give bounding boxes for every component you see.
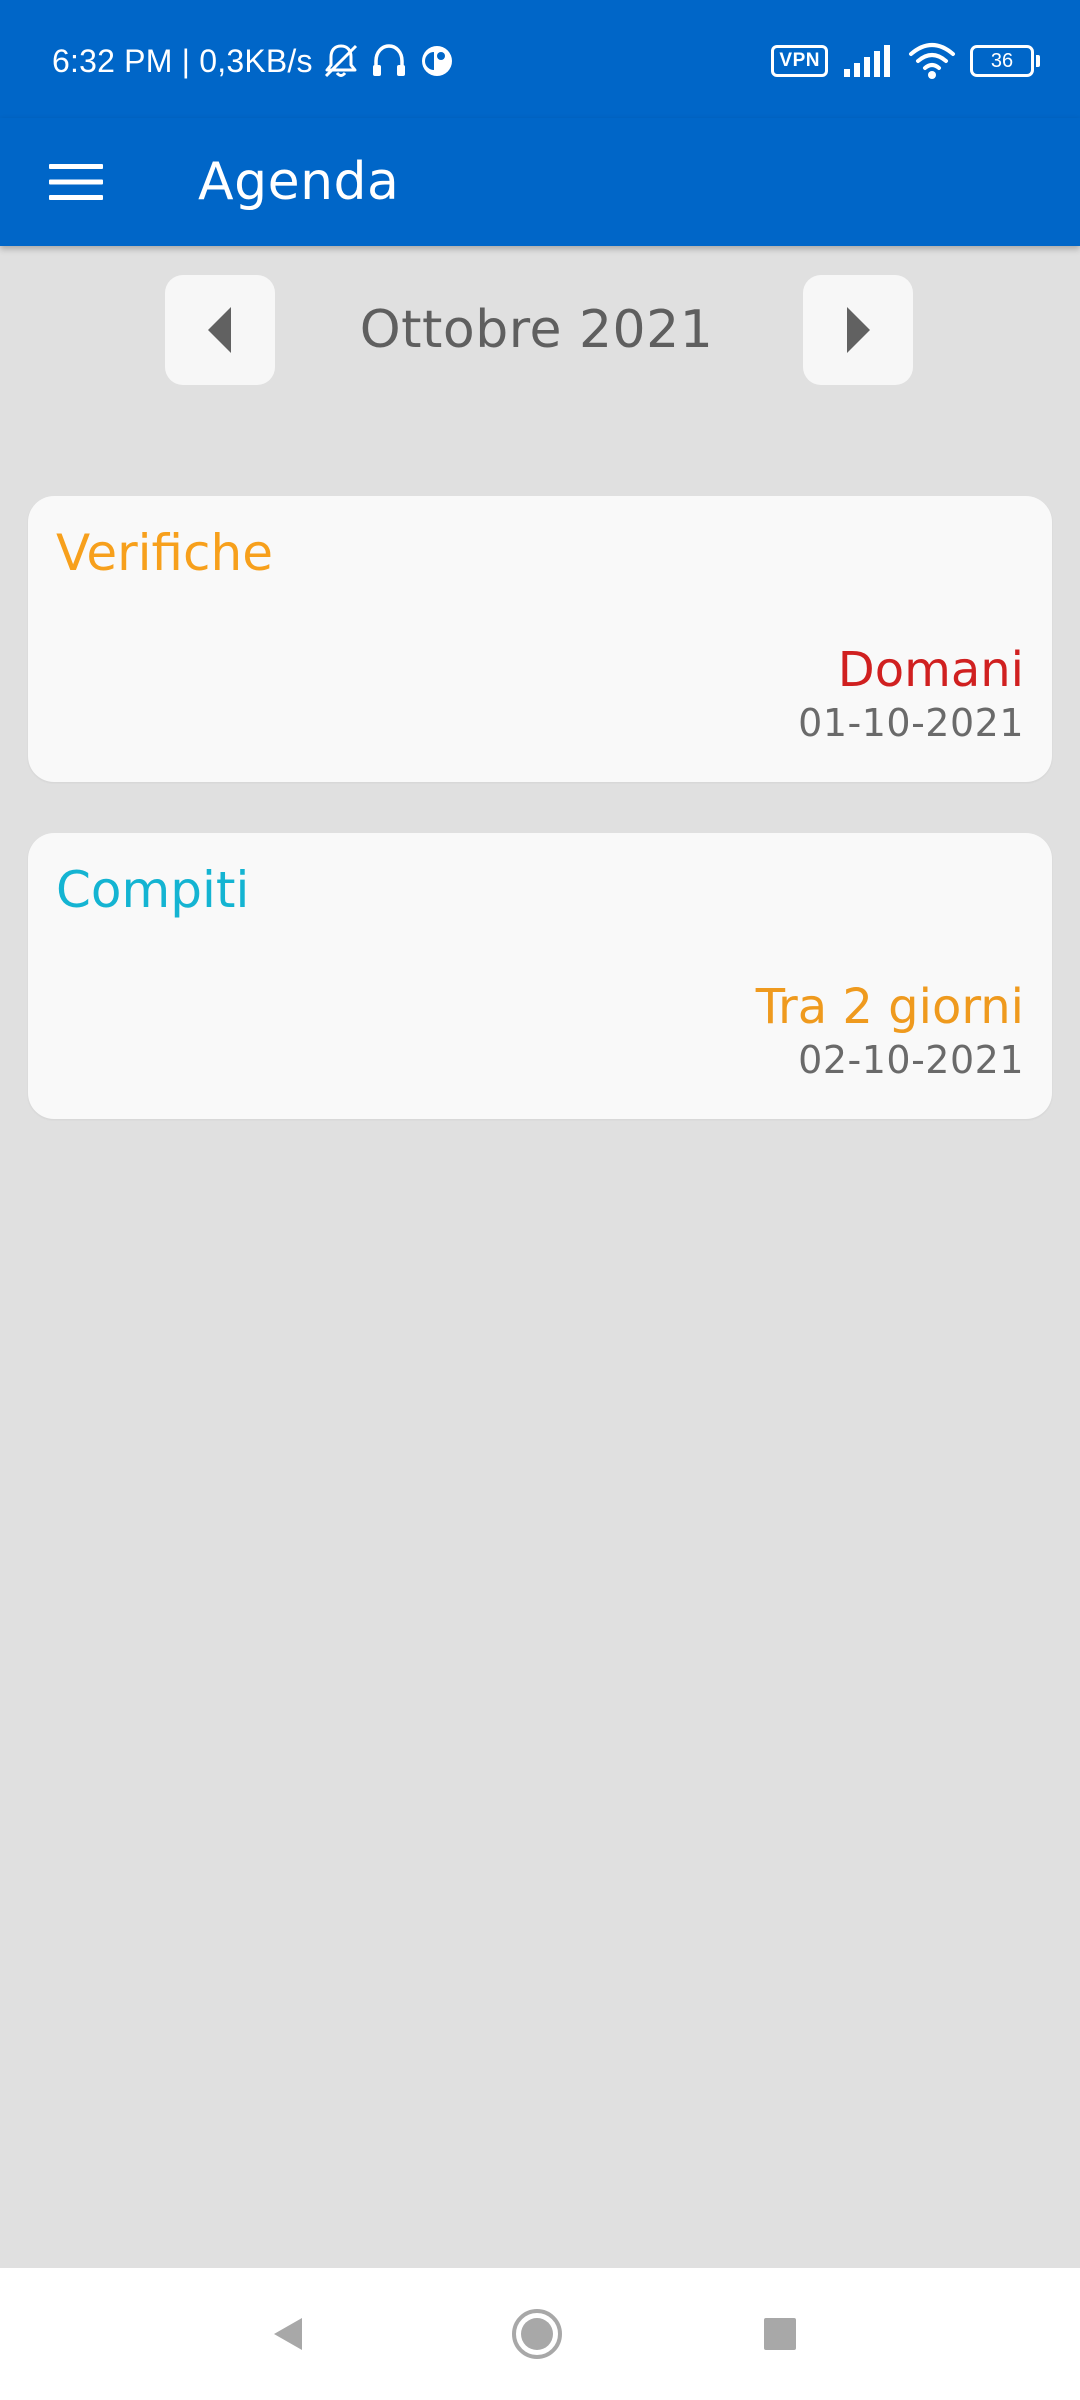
card-relative-day: Tra 2 giorni xyxy=(755,979,1024,1035)
verifiche-card[interactable]: Verifiche Domani 01-10-2021 xyxy=(28,496,1052,782)
month-navigation: Ottobre 2021 xyxy=(0,275,1080,385)
card-title: Verifiche xyxy=(56,524,273,582)
card-relative-day: Domani xyxy=(837,642,1024,698)
status-left: 6:32 PM | 0,3KB/s xyxy=(52,38,457,84)
card-date: 02-10-2021 xyxy=(798,1038,1024,1082)
page-title: Agenda xyxy=(198,152,400,212)
bell-off-icon xyxy=(324,44,357,78)
hamburger-menu-icon xyxy=(49,164,103,200)
back-icon xyxy=(274,2318,302,2350)
vpn-icon: VPN xyxy=(771,45,828,77)
battery-tip xyxy=(1036,55,1040,67)
battery-level: 36 xyxy=(970,45,1034,77)
home-button[interactable] xyxy=(497,2294,577,2374)
signal-icon xyxy=(844,45,890,77)
battery-icon: 36 xyxy=(970,45,1040,77)
previous-month-button[interactable] xyxy=(165,275,275,385)
compiti-card[interactable]: Compiti Tra 2 giorni 02-10-2021 xyxy=(28,833,1052,1119)
card-title: Compiti xyxy=(56,861,250,919)
triangle-right-icon xyxy=(847,307,870,353)
home-icon xyxy=(512,2309,562,2359)
recents-icon xyxy=(764,2318,796,2350)
app-bar: Agenda xyxy=(0,118,1080,246)
card-date: 01-10-2021 xyxy=(798,701,1024,745)
status-time-speed: 6:32 PM | 0,3KB/s xyxy=(52,42,313,79)
headset-icon xyxy=(372,44,405,76)
system-navigation-bar xyxy=(0,2268,1080,2400)
triangle-left-icon xyxy=(208,307,231,353)
status-bar: 6:32 PM | 0,3KB/s VPN 36 xyxy=(0,0,1080,118)
back-button[interactable] xyxy=(248,2294,328,2374)
status-right: VPN 36 xyxy=(771,38,1040,84)
current-month-label: Ottobre 2021 xyxy=(359,300,714,360)
wifi-icon xyxy=(909,43,955,79)
next-month-button[interactable] xyxy=(803,275,913,385)
menu-button[interactable] xyxy=(30,140,122,224)
recents-button[interactable] xyxy=(740,2294,820,2374)
app-notification-icon xyxy=(421,46,452,76)
